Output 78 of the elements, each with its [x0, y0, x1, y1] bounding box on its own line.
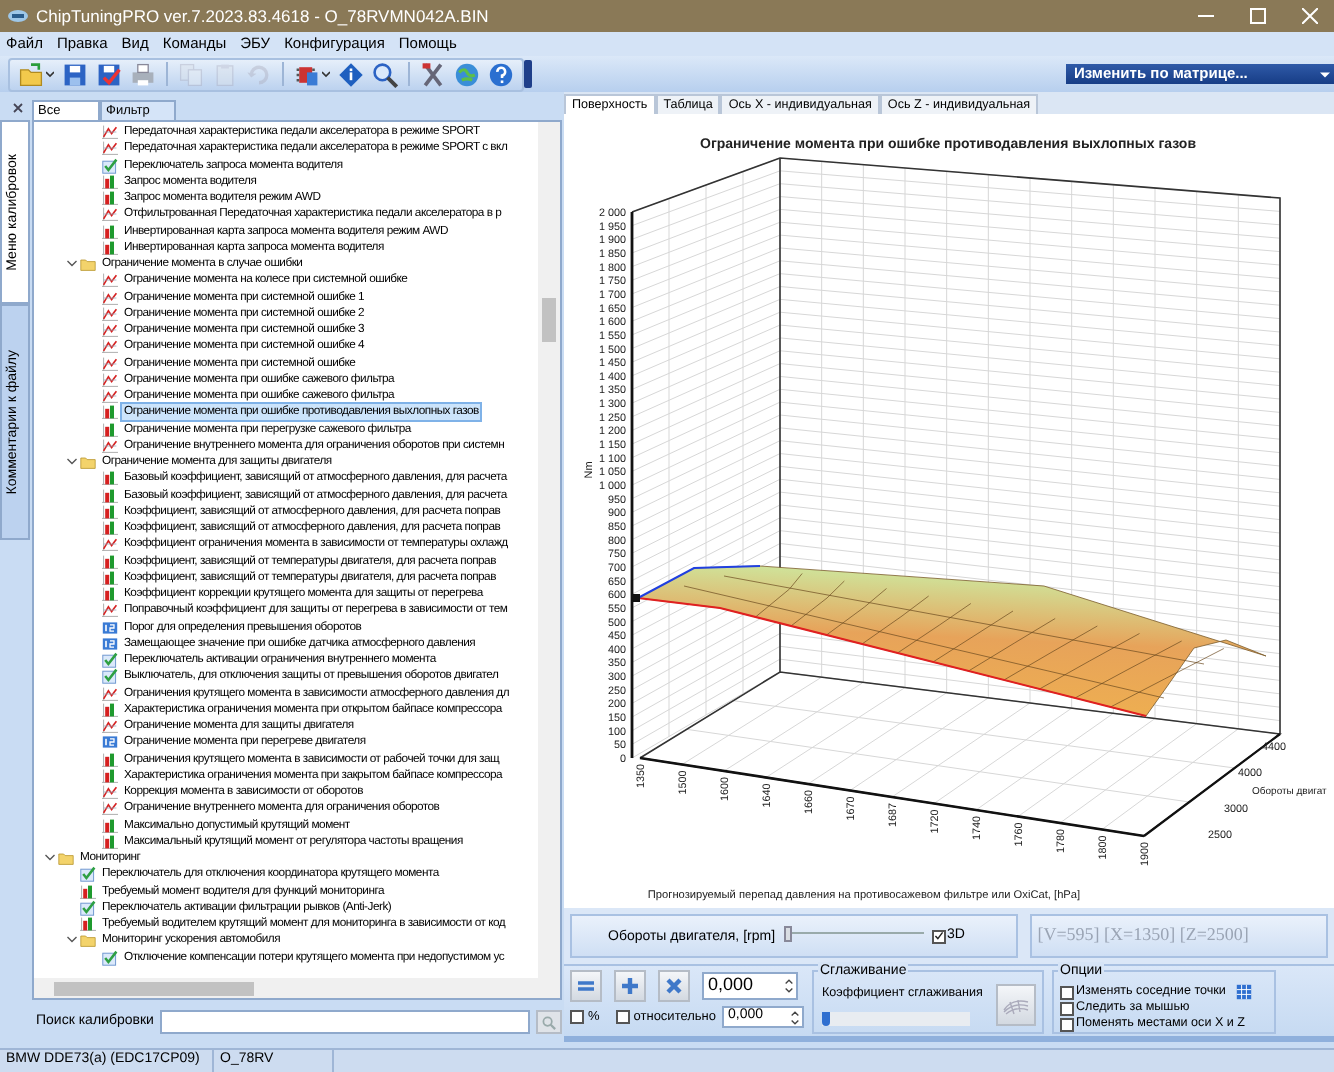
- undo-icon: [246, 61, 272, 87]
- slider-thumb[interactable]: [783, 926, 792, 942]
- checkbox[interactable]: [1060, 985, 1074, 999]
- open-folder-icon: [18, 61, 44, 87]
- smoothing-slider[interactable]: [822, 1012, 970, 1026]
- window-title: ChipTuningPRO ver.7.2023.83.4618 - O_78RVMN042A.BIN: [36, 3, 489, 29]
- caret-icon[interactable]: [66, 258, 78, 271]
- spinner-icon[interactable]: [790, 1009, 800, 1025]
- toolbar-button[interactable]: [486, 59, 516, 89]
- folder-icon: [80, 256, 96, 273]
- plus-button[interactable]: [614, 970, 646, 1002]
- caret-icon[interactable]: [66, 934, 78, 947]
- search-icon: [541, 1015, 556, 1029]
- tools-icon: [420, 61, 446, 87]
- close-icon[interactable]: [12, 102, 24, 114]
- value-icon: [102, 734, 118, 751]
- caret-icon[interactable]: [44, 852, 56, 865]
- checkbox[interactable]: [931, 929, 946, 943]
- readout-text: [V=595] [X=1350] [Z=2500]: [1037, 922, 1249, 949]
- map-icon: [102, 701, 118, 718]
- toolbar-button[interactable]: [60, 59, 90, 89]
- checkmark-icon: [80, 899, 96, 916]
- folder-icon: [58, 850, 74, 867]
- folder-icon: [80, 932, 96, 949]
- map-icon: [80, 883, 96, 900]
- checkmark-icon: [102, 157, 118, 174]
- curve-icon: [102, 536, 118, 553]
- multiply-button[interactable]: [658, 970, 690, 1002]
- slider-thumb[interactable]: [822, 1012, 830, 1026]
- toolbar-grip[interactable]: [524, 60, 532, 88]
- save-check-icon: [96, 61, 122, 87]
- equals-button[interactable]: [570, 970, 602, 1002]
- curve-icon: [102, 206, 118, 223]
- checkbox[interactable]: [1060, 1001, 1074, 1015]
- search-field[interactable]: [159, 1010, 530, 1034]
- printer-icon: [130, 61, 156, 87]
- checkbox[interactable]: [615, 1010, 630, 1024]
- caret-icon[interactable]: [66, 456, 78, 469]
- checkmark-icon: [80, 866, 96, 883]
- checkmark-icon: [102, 949, 118, 966]
- map-icon: [80, 916, 96, 933]
- caret-icon: [46, 70, 54, 78]
- axis-slider[interactable]: [783, 926, 924, 946]
- number-field[interactable]: 0,000: [702, 972, 798, 1000]
- scrollbar-thumb[interactable]: [542, 298, 556, 342]
- folder-icon: [80, 454, 96, 471]
- caret-icon: [322, 70, 330, 78]
- multiply-icon: [664, 976, 684, 996]
- surface-icon: [1002, 995, 1030, 1015]
- caret-icon: [1320, 71, 1330, 77]
- plus-icon: [620, 976, 640, 996]
- checkbox[interactable]: [570, 1010, 584, 1024]
- maximize-icon[interactable]: [1250, 8, 1266, 24]
- curve-icon: [102, 437, 118, 454]
- horizontal-scrollbar[interactable]: [34, 978, 560, 998]
- curve-icon: [102, 685, 118, 702]
- checkbox[interactable]: [1060, 1017, 1074, 1031]
- toolbar-button[interactable]: [370, 59, 400, 89]
- toolbar-button[interactable]: [336, 59, 366, 89]
- help-icon: [488, 61, 514, 87]
- save-icon: [62, 61, 88, 87]
- info-diamond-icon: [338, 61, 364, 87]
- vertical-scrollbar[interactable]: [538, 122, 560, 978]
- equals-icon: [576, 976, 596, 996]
- checkmark-icon: [933, 930, 944, 942]
- curve-icon: [102, 602, 118, 619]
- spinner-icon[interactable]: [784, 978, 794, 994]
- globe-icon: [454, 61, 480, 87]
- curve-icon: [102, 718, 118, 735]
- magnifier-icon: [372, 61, 398, 87]
- clipboard-icon: [212, 61, 238, 87]
- scrollbar-thumb[interactable]: [54, 981, 254, 995]
- toolbar-button[interactable]: [94, 59, 124, 89]
- app-icon: [8, 8, 28, 24]
- copy-icon: [178, 61, 204, 87]
- chip-icon: [294, 61, 320, 87]
- grid-icon[interactable]: [1235, 984, 1252, 1000]
- toolbar-button[interactable]: [418, 59, 448, 89]
